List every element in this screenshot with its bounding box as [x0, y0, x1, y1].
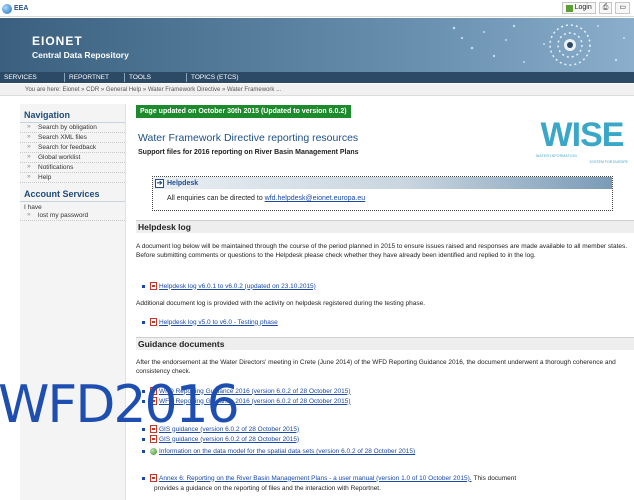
guidance-link-4[interactable]: GIS guidance (version 6.0.2 of 28 Octobe…	[159, 436, 299, 443]
fullscreen-icon: ▭	[619, 4, 626, 11]
menu-topics[interactable]: TOPICS (ETCS)	[187, 73, 247, 82]
nav-help[interactable]: Help	[20, 173, 125, 183]
page-title: Water Framework Directive reporting reso…	[138, 132, 359, 144]
fullscreen-button[interactable]: ▭	[615, 2, 630, 14]
bullet-icon	[142, 427, 145, 431]
wise-logo-tagline-2: SYSTEM FOR EUROPE	[589, 160, 628, 164]
main-menu: SERVICES REPORTNET TOOLS TOPICS (ETCS)	[0, 72, 634, 83]
guidance-item-5: Information on the data model for the sp…	[142, 448, 415, 455]
top-right-tools: Login ⎙ ▭	[561, 2, 630, 14]
annex-6-link[interactable]: Annex 6: Reporting on the River Basin Ma…	[159, 475, 472, 482]
wise-logo-text: WISE	[540, 116, 625, 154]
pdf-icon	[150, 435, 157, 443]
guidance-item-4: GIS guidance (version 6.0.2 of 28 Octobe…	[142, 435, 299, 443]
nav-global-worklist[interactable]: Global worklist	[20, 153, 125, 163]
helpdesk-log-paragraph: A document log below will be maintained …	[136, 243, 628, 259]
helpdesk-log-item-2: Helpdesk log v5.0 to v6.0 - Testing phas…	[142, 318, 278, 326]
eea-logo-text: EEA	[14, 5, 29, 12]
print-icon: ⎙	[602, 4, 609, 11]
page-subtitle: Support files for 2016 reporting on Rive…	[138, 149, 359, 156]
annex-6-description: provides a guidance on the reporting of …	[154, 485, 381, 492]
helpdesk-email-link[interactable]: wfd.helpdesk@eionet.europa.eu	[265, 195, 366, 202]
navigation-list: Search by obligation Search XML files Se…	[20, 123, 125, 183]
update-banner: Page updated on October 30th 2015 (Updat…	[136, 105, 351, 118]
wise-logo-tagline: WATER INFORMATION	[536, 154, 577, 158]
helpdesk-box: ➔ Helpdesk All enquiries can be directed…	[152, 176, 613, 211]
breadcrumb: You are here: Eionet » CDR » General Hel…	[0, 84, 634, 96]
account-list: lost my password	[20, 211, 125, 221]
nav-search-feedback[interactable]: Search for feedback	[20, 143, 125, 153]
nav-notifications[interactable]: Notifications	[20, 163, 125, 173]
bullet-icon	[142, 450, 145, 453]
helpdesk-line-text: All enquiries can be directed to	[167, 195, 265, 202]
bullet-icon	[142, 399, 145, 403]
eea-globe-icon	[2, 3, 12, 14]
pdf-icon	[150, 318, 157, 326]
pdf-icon	[150, 474, 157, 482]
login-label: Login	[574, 4, 592, 11]
helpdesk-header[interactable]: ➔ Helpdesk	[153, 177, 612, 189]
top-bar: EEA Login ⎙ ▭	[0, 0, 634, 17]
eea-logo[interactable]: EEA	[2, 3, 28, 14]
arrow-right-icon: ➔	[155, 178, 164, 188]
wise-logo: WISE WATER INFORMATION SYSTEM FOR EUROPE	[530, 118, 634, 166]
guidance-item-annex: Annex 6: Reporting on the River Basin Ma…	[142, 474, 516, 482]
guidance-paragraph: After the endorsement at the Water Direc…	[136, 359, 616, 375]
pdf-icon	[150, 387, 157, 395]
helpdesk-log-link-2[interactable]: Helpdesk log v5.0 to v6.0 - Testing phas…	[159, 319, 278, 326]
login-button[interactable]: Login	[561, 2, 596, 14]
menu-reportnet[interactable]: REPORTNET	[65, 73, 125, 82]
site-subtitle: Central Data Repository	[32, 50, 129, 60]
helpdesk-log-heading: Helpdesk log	[136, 220, 634, 233]
guidance-link-1[interactable]: WFD Reporting Guidance 2016 (version 6.0…	[159, 388, 351, 395]
web-link-icon	[150, 448, 157, 455]
nav-search-xml-files[interactable]: Search XML files	[20, 133, 125, 143]
guidance-link-2[interactable]: WFD Reporting Guidance 2016 (version 6.0…	[159, 398, 351, 405]
bullet-icon	[142, 476, 145, 480]
helpdesk-line: All enquiries can be directed to wfd.hel…	[167, 195, 365, 202]
guidance-item-3: GIS guidance (version 6.0.2 of 28 Octobe…	[142, 425, 299, 433]
account-services-heading: Account Services	[20, 183, 125, 202]
account-text: I have	[24, 204, 42, 211]
main-content: Page updated on October 30th 2015 (Updat…	[132, 96, 634, 500]
guidance-item-1: WFD Reporting Guidance 2016 (version 6.0…	[142, 387, 351, 395]
navigation-heading: Navigation	[20, 104, 125, 123]
nav-lost-password[interactable]: lost my password	[20, 211, 125, 221]
menu-services[interactable]: SERVICES	[0, 73, 65, 82]
sidebar: Navigation Search by obligation Search X…	[20, 104, 126, 500]
guidance-link-3[interactable]: GIS guidance (version 6.0.2 of 28 Octobe…	[159, 426, 299, 433]
guidance-link-5[interactable]: Information on the data model for the sp…	[159, 448, 415, 455]
helpdesk-log-link-1[interactable]: Helpdesk log v6.0.1 to v6.0.2 (updated o…	[159, 283, 316, 290]
header-decoration	[452, 24, 625, 66]
bullet-icon	[142, 284, 145, 288]
bullet-icon	[142, 389, 145, 393]
helpdesk-log-paragraph-2: Additional document log is provided with…	[136, 300, 426, 307]
annex-6-rest: This document	[473, 474, 517, 482]
login-icon	[565, 4, 573, 12]
helpdesk-log-item-1: Helpdesk log v6.0.1 to v6.0.2 (updated o…	[142, 282, 316, 290]
site-header: EIONET Central Data Repository	[0, 18, 634, 72]
guidance-item-2: WFD Reporting Guidance 2016 (version 6.0…	[142, 397, 351, 405]
nav-search-by-obligation[interactable]: Search by obligation	[20, 123, 125, 133]
pdf-icon	[150, 425, 157, 433]
bullet-icon	[142, 437, 145, 441]
bullet-icon	[142, 320, 145, 324]
menu-tools[interactable]: TOOLS	[125, 73, 187, 82]
print-button[interactable]: ⎙	[598, 2, 613, 14]
site-name[interactable]: EIONET	[32, 34, 83, 48]
helpdesk-label: Helpdesk	[167, 179, 199, 187]
pdf-icon	[150, 397, 157, 405]
guidance-heading: Guidance documents	[136, 337, 634, 350]
pdf-icon	[150, 282, 157, 290]
